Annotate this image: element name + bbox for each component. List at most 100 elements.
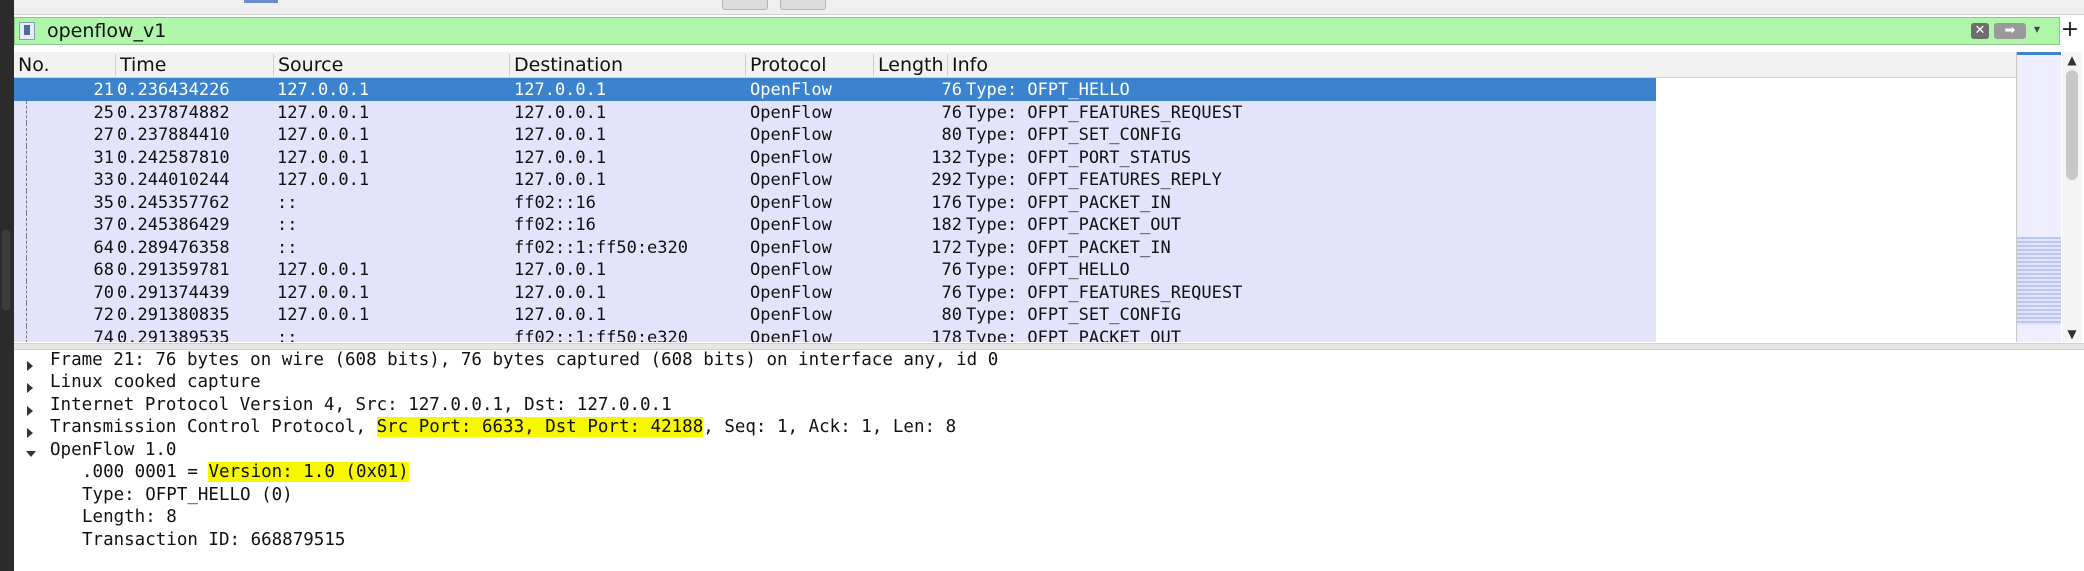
display-filter-input[interactable]: openflow_v1 [47,20,166,42]
packet-source: :: [277,215,298,235]
packet-minimap[interactable] [2016,52,2061,342]
expand-arrow-icon[interactable] [27,428,33,438]
packet-protocol: OpenFlow [750,260,832,280]
table-row[interactable]: 25 0.237874882 127.0.0.1 127.0.0.1 OpenFlow 7… [14,100,1656,123]
add-filter-button[interactable]: + [2056,17,2084,45]
packet-info: Type: OFPT_PACKET_IN [966,192,1171,213]
edge-handle [2,230,10,310]
detail-tcp[interactable]: Transmission Control Protocol, Src Port:… [50,417,956,439]
version-highlight: Version: 1.0 (0x01) [208,462,409,482]
packet-time: 0.289476358 [117,237,230,258]
column-header-no[interactable]: No. [14,54,116,76]
detail-frame[interactable]: Frame 21: 76 bytes on wire (608 bits), 7… [50,350,998,372]
packet-no: 72 [93,305,114,325]
packet-protocol: OpenFlow [750,282,832,303]
tcp-prefix: Transmission Control Protocol, [50,417,377,437]
detail-openflow-version[interactable]: .000 0001 = Version: 1.0 (0x01) [82,462,409,484]
packet-no: 35 [93,192,114,213]
packet-destination: 127.0.0.1 [514,260,607,280]
filter-history-dropdown-icon[interactable]: ▾ [2034,22,2040,36]
packet-info: Type: OFPT_FEATURES_REQUEST [966,102,1243,123]
table-row[interactable]: 70 0.291374439 127.0.0.1 127.0.0.1 OpenFlow 7… [14,280,1656,303]
column-header-source[interactable]: Source [274,54,510,76]
column-header-destination[interactable]: Destination [510,54,746,76]
table-row[interactable]: 37 0.245386429:: ff02::16 OpenFlow 182 Type: … [14,213,1656,236]
packet-protocol: OpenFlow [750,80,832,100]
packet-time: 0.242587810 [117,147,230,168]
table-row[interactable]: 35 0.245357762:: ff02::16 OpenFlow 176 Type: … [14,190,1656,213]
packet-info: Type: OFPT_PORT_STATUS [966,147,1192,168]
expand-arrow-icon[interactable] [27,383,33,393]
packet-no: 33 [93,170,114,190]
packet-time: 0.236434226 [117,80,230,100]
expand-arrow-icon[interactable] [27,361,33,371]
table-row[interactable]: 68 0.291359781 127.0.0.1 127.0.0.1 OpenFlow 7… [14,258,1656,281]
packet-info: Type: OFPT_SET_CONFIG [966,125,1181,145]
packet-length: 172 [931,237,962,258]
packet-length: 76 [941,260,962,280]
packet-destination: 127.0.0.1 [514,305,607,325]
packet-info: Type: OFPT_FEATURES_REQUEST [966,282,1243,303]
clear-filter-icon[interactable]: ✕ [1971,23,1989,39]
packet-protocol: OpenFlow [750,192,832,213]
packet-time: 0.237874882 [117,102,230,123]
detail-ip[interactable]: Internet Protocol Version 4, Src: 127.0.… [50,395,672,417]
pane-splitter[interactable] [14,343,2084,350]
packet-info: Type: OFPT_HELLO [966,80,1130,100]
tcp-ports-highlight: Src Port: 6633, Dst Port: 42188 [376,417,704,437]
packet-destination: 127.0.0.1 [514,282,607,303]
packet-destination: ff02::1:ff50:e320 [514,327,688,343]
column-header-protocol[interactable]: Protocol [746,54,874,76]
packet-protocol: OpenFlow [750,327,832,343]
table-row[interactable]: 72 0.291380835 127.0.0.1 127.0.0.1 OpenFlow 8… [14,303,1656,326]
window-edge [0,0,14,571]
table-row[interactable]: 31 0.242587810 127.0.0.1 127.0.0.1 OpenFlow 1… [14,145,1656,168]
packet-protocol: OpenFlow [750,305,832,325]
filter-bookmark-icon[interactable] [19,22,35,40]
packet-time: 0.291380835 [117,305,230,325]
packet-source: :: [277,327,298,343]
packet-length: 182 [931,215,962,235]
detail-openflow[interactable]: OpenFlow 1.0 [50,440,176,462]
toolbar-remnant [14,0,2084,15]
packet-source: 127.0.0.1 [277,305,370,325]
packet-length: 178 [931,327,962,343]
column-header-time[interactable]: Time [116,54,274,76]
packet-source: 127.0.0.1 [277,170,370,190]
scrollbar-thumb[interactable] [2066,70,2078,180]
toolbar-button[interactable] [780,0,826,10]
packet-length: 76 [941,282,962,303]
toolbar-active-indicator [244,0,278,3]
packet-info: Type: OFPT_PACKET_OUT [966,327,1181,343]
packet-length: 176 [931,192,962,213]
packet-destination: ff02::16 [514,215,596,235]
detail-openflow-length[interactable]: Length: 8 [82,507,177,529]
column-header-info[interactable]: Info [948,54,2016,76]
table-row[interactable]: 64 0.289476358:: ff02::1:ff50:e320 OpenFlow… [14,235,1656,258]
detail-openflow-xid[interactable]: Transaction ID: 668879515 [82,530,345,552]
collapse-arrow-icon[interactable] [26,451,36,457]
apply-filter-icon[interactable]: ➡ [1994,23,2026,39]
scroll-down-icon[interactable]: ▼ [2062,326,2082,342]
packet-source: 127.0.0.1 [277,125,370,145]
table-row[interactable]: 74 0.291389535:: ff02::1:ff50:e320 OpenFlow… [14,325,1656,343]
detail-linux-cooked[interactable]: Linux cooked capture [50,372,261,394]
table-row[interactable]: 27 0.237884410 127.0.0.1 127.0.0.1 OpenFlow 8… [14,123,1656,146]
packet-source: 127.0.0.1 [277,102,370,123]
packet-no: 27 [93,125,114,145]
version-bits: .000 0001 = [82,462,209,482]
toolbar-button[interactable] [722,0,768,10]
packet-destination: ff02::1:ff50:e320 [514,237,688,258]
packet-list-scrollbar[interactable]: ▲ ▼ [2062,52,2082,342]
packet-source: 127.0.0.1 [277,260,370,280]
packet-protocol: OpenFlow [750,125,832,145]
packet-info: Type: OFPT_PACKET_IN [966,237,1171,258]
table-row[interactable]: 33 0.244010244 127.0.0.1 127.0.0.1 OpenFlow 2… [14,168,1656,191]
table-row[interactable]: 21 0.236434226 127.0.0.1 127.0.0.1 OpenFlow 7… [14,78,1656,101]
expand-arrow-icon[interactable] [27,406,33,416]
detail-openflow-type[interactable]: Type: OFPT_HELLO (0) [82,485,293,507]
packet-protocol: OpenFlow [750,170,832,190]
column-header-length[interactable]: Length [874,54,948,76]
packet-protocol: OpenFlow [750,102,832,123]
scroll-up-icon[interactable]: ▲ [2062,52,2082,68]
